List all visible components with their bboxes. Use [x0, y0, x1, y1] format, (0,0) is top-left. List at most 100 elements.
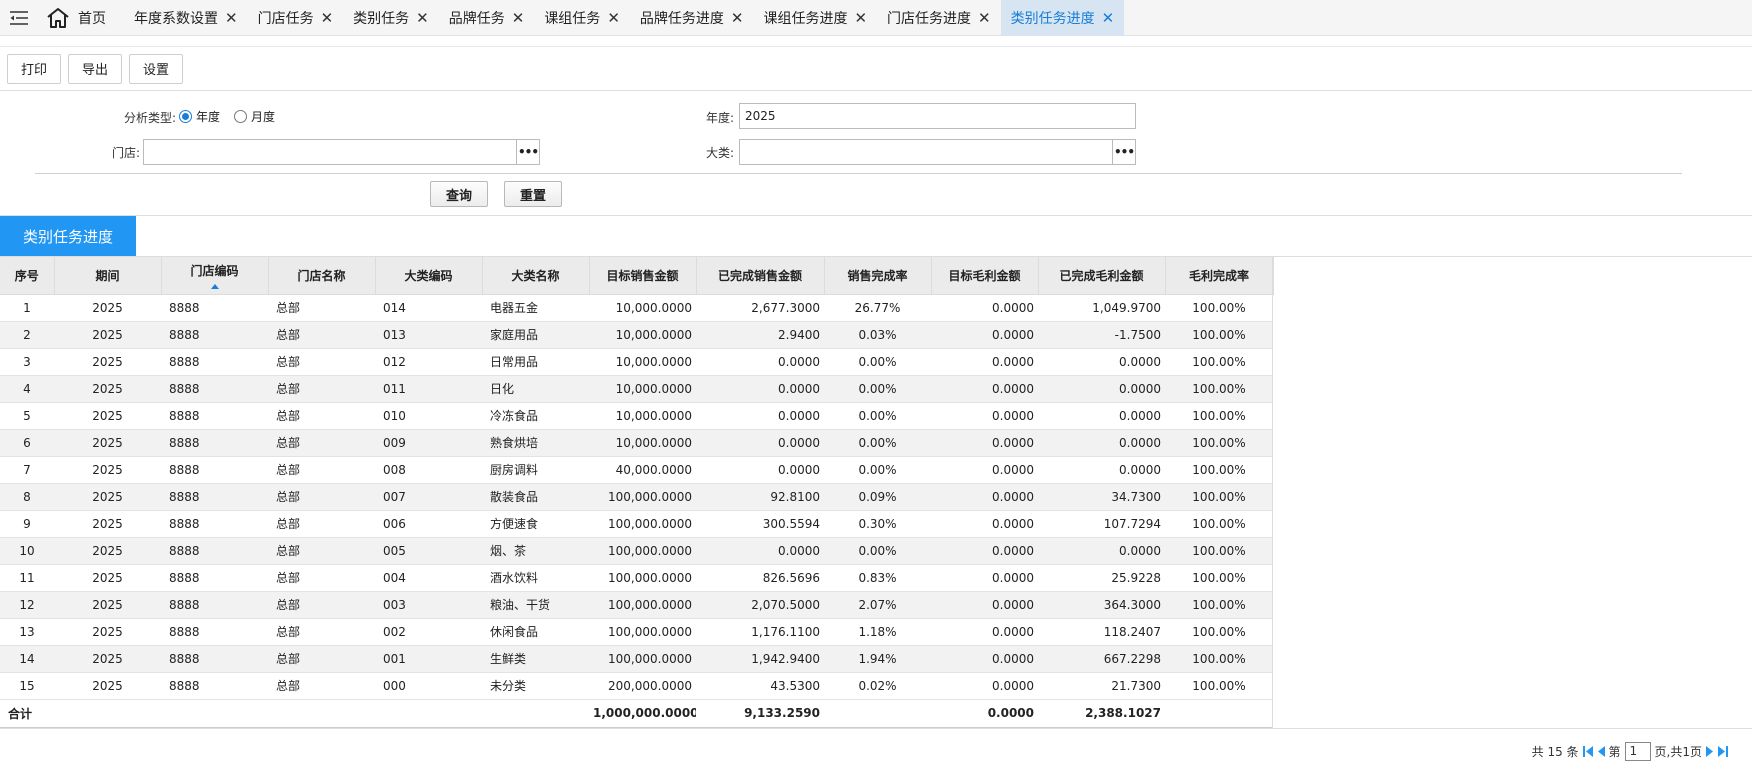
table-cell: 1	[0, 294, 54, 322]
close-icon[interactable]: ✕	[731, 9, 744, 27]
table-cell: 010	[375, 402, 482, 430]
table-cell: 100.00%	[1165, 402, 1273, 430]
table-cell: 2025	[54, 483, 161, 511]
store-picker-button[interactable]: •••	[516, 139, 540, 165]
last-page-icon[interactable]	[1718, 745, 1728, 757]
close-icon[interactable]: ✕	[225, 9, 238, 27]
menu-toggle-icon[interactable]	[0, 0, 38, 36]
category-label: 大类:	[705, 146, 734, 160]
analysis-type-radio-group: 年度 月度	[179, 108, 275, 125]
table-row[interactable]: 5 2025 8888 总部 010 冷冻食品 10,000.0000 0.0000 0.00%…	[0, 402, 1273, 430]
radio-year[interactable]	[179, 110, 192, 123]
table-row[interactable]: 15 2025 8888 总部 000 未分类 200,000.0000 43.5300 0.0…	[0, 672, 1273, 700]
prev-page-icon[interactable]	[1597, 745, 1605, 757]
close-icon[interactable]: ✕	[416, 9, 429, 27]
table-row[interactable]: 12 2025 8888 总部 003 粮油、干货 100,000.0000 2,070.50…	[0, 591, 1273, 619]
next-page-icon[interactable]	[1706, 745, 1714, 757]
table-row[interactable]: 3 2025 8888 总部 012 日常用品 10,000.0000 0.0000 0.00%…	[0, 348, 1273, 376]
table-row[interactable]: 2 2025 8888 总部 013 家庭用品 10,000.0000 2.9400 0.03%…	[0, 321, 1273, 349]
tab-8[interactable]: 门店任务进度 ✕	[877, 0, 1001, 36]
close-icon[interactable]: ✕	[854, 9, 867, 27]
table-row[interactable]: 1 2025 8888 总部 014 电器五金 10,000.0000 2,677.3000 2…	[0, 294, 1273, 322]
table-cell: 21.7300	[1038, 672, 1165, 700]
year-input[interactable]: 2025	[739, 103, 1136, 129]
first-page-icon[interactable]	[1582, 745, 1593, 757]
table-cell: 003	[375, 591, 482, 619]
column-header[interactable]: 已完成毛利金额	[1038, 257, 1166, 295]
table-cell: 总部	[268, 321, 375, 349]
tab-1[interactable]: 年度系数设置 ✕	[124, 0, 248, 36]
tab-4[interactable]: 品牌任务 ✕	[439, 0, 535, 36]
column-header[interactable]: 大类名称	[482, 257, 590, 295]
column-header-label: 大类名称	[511, 268, 560, 283]
tab-5[interactable]: 课组任务 ✕	[534, 0, 630, 36]
table-row[interactable]: 6 2025 8888 总部 009 熟食烘培 10,000.0000 0.0000 0.00%…	[0, 429, 1273, 457]
table-cell: 100.00%	[1165, 537, 1273, 565]
tab-label: 首页	[78, 10, 106, 27]
table-cell: 2025	[54, 591, 161, 619]
column-header[interactable]: 毛利完成率	[1165, 257, 1274, 295]
query-button[interactable]: 查询	[430, 181, 488, 207]
close-icon[interactable]: ✕	[512, 9, 525, 27]
column-header[interactable]: 已完成销售金额	[696, 257, 825, 295]
page-number-input[interactable]: 1	[1624, 741, 1651, 761]
panel-divider	[0, 215, 1752, 216]
tab-9[interactable]: 类别任务进度 ✕	[1000, 0, 1125, 36]
table-cell: 100.00%	[1165, 321, 1273, 349]
column-header[interactable]: 门店名称	[268, 257, 376, 295]
close-icon[interactable]: ✕	[321, 9, 334, 27]
table-cell: 100.00%	[1165, 591, 1273, 619]
radio-month[interactable]	[234, 110, 248, 123]
column-header[interactable]: 序号	[0, 257, 55, 295]
category-picker-button[interactable]: •••	[1112, 139, 1136, 165]
table-cell: 8888	[161, 672, 268, 700]
close-icon[interactable]: ✕	[978, 9, 991, 27]
table-cell: 2,070.5000	[696, 591, 824, 619]
column-header[interactable]: 目标销售金额	[589, 257, 697, 295]
tab-label: 课组任务进度	[763, 10, 848, 27]
close-icon[interactable]: ✕	[1102, 9, 1115, 27]
category-input[interactable]	[739, 139, 1113, 165]
table-cell: 006	[375, 510, 482, 538]
table-row[interactable]: 14 2025 8888 总部 001 生鲜类 100,000.0000 1,942.9400…	[0, 645, 1273, 673]
table-row[interactable]: 8 2025 8888 总部 007 散装食品 100,000.0000 92.8100 0.0…	[0, 483, 1273, 511]
tab-7[interactable]: 课组任务进度 ✕	[753, 0, 877, 36]
table-cell: 8888	[161, 456, 268, 484]
table-row[interactable]: 13 2025 8888 总部 002 休闲食品 100,000.0000 1,176.110…	[0, 618, 1273, 646]
table-row[interactable]: 10 2025 8888 总部 005 烟、茶 100,000.0000 0.0000 0.00…	[0, 537, 1273, 565]
tab-3[interactable]: 类别任务 ✕	[343, 0, 439, 36]
close-icon[interactable]: ✕	[607, 9, 620, 27]
column-header[interactable]: 门店编码	[161, 257, 269, 295]
table-cell: 10,000.0000	[589, 429, 696, 457]
column-header[interactable]: 目标毛利金额	[931, 257, 1039, 295]
table-cell: 2025	[54, 294, 161, 322]
tab-2[interactable]: 门店任务 ✕	[248, 0, 344, 36]
table-row[interactable]: 11 2025 8888 总部 004 酒水饮料 100,000.0000 826.5696 0…	[0, 564, 1273, 592]
table-cell: 100,000.0000	[589, 483, 696, 511]
store-input[interactable]	[143, 139, 517, 165]
reset-button[interactable]: 重置	[504, 181, 562, 207]
settings-button[interactable]: 设置	[129, 53, 184, 84]
column-header[interactable]: 期间	[54, 257, 162, 295]
table-cell: 100.00%	[1165, 564, 1273, 592]
column-header[interactable]: 大类编码	[375, 257, 483, 295]
table-cell: 100.00%	[1165, 510, 1273, 538]
tab-6[interactable]: 品牌任务进度 ✕	[630, 0, 754, 36]
column-header[interactable]: 销售完成率	[824, 257, 932, 295]
table-cell: 0.00%	[824, 402, 931, 430]
tab-list: 首页 年度系数设置 ✕ 门店任务 ✕ 类别任务 ✕ 品牌任务 ✕ 课组任务 ✕ 品牌任务进度 ✕ 课组任务…	[38, 0, 1125, 36]
export-button[interactable]: 导出	[68, 53, 123, 84]
analysis-type-label: 分析类型:	[123, 111, 176, 125]
total-cell: 9,133.2590	[696, 699, 824, 728]
table-row[interactable]: 9 2025 8888 总部 006 方便速食 100,000.0000 300.5594 0.…	[0, 510, 1273, 538]
table-cell: 100.00%	[1165, 645, 1273, 673]
tab-label: 类别任务进度	[1010, 10, 1095, 27]
print-button[interactable]: 打印	[7, 53, 62, 84]
table-row[interactable]: 4 2025 8888 总部 011 日化 10,000.0000 0.0000 0.00% 0.…	[0, 375, 1273, 403]
table-row[interactable]: 7 2025 8888 总部 008 厨房调料 40,000.0000 0.0000 0.00%…	[0, 456, 1273, 484]
table-cell: 总部	[268, 429, 375, 457]
tab-home[interactable]: 首页	[38, 0, 124, 36]
table-cell: 总部	[268, 456, 375, 484]
table-cell: 200,000.0000	[589, 672, 696, 700]
table-cell: 10,000.0000	[589, 294, 696, 322]
